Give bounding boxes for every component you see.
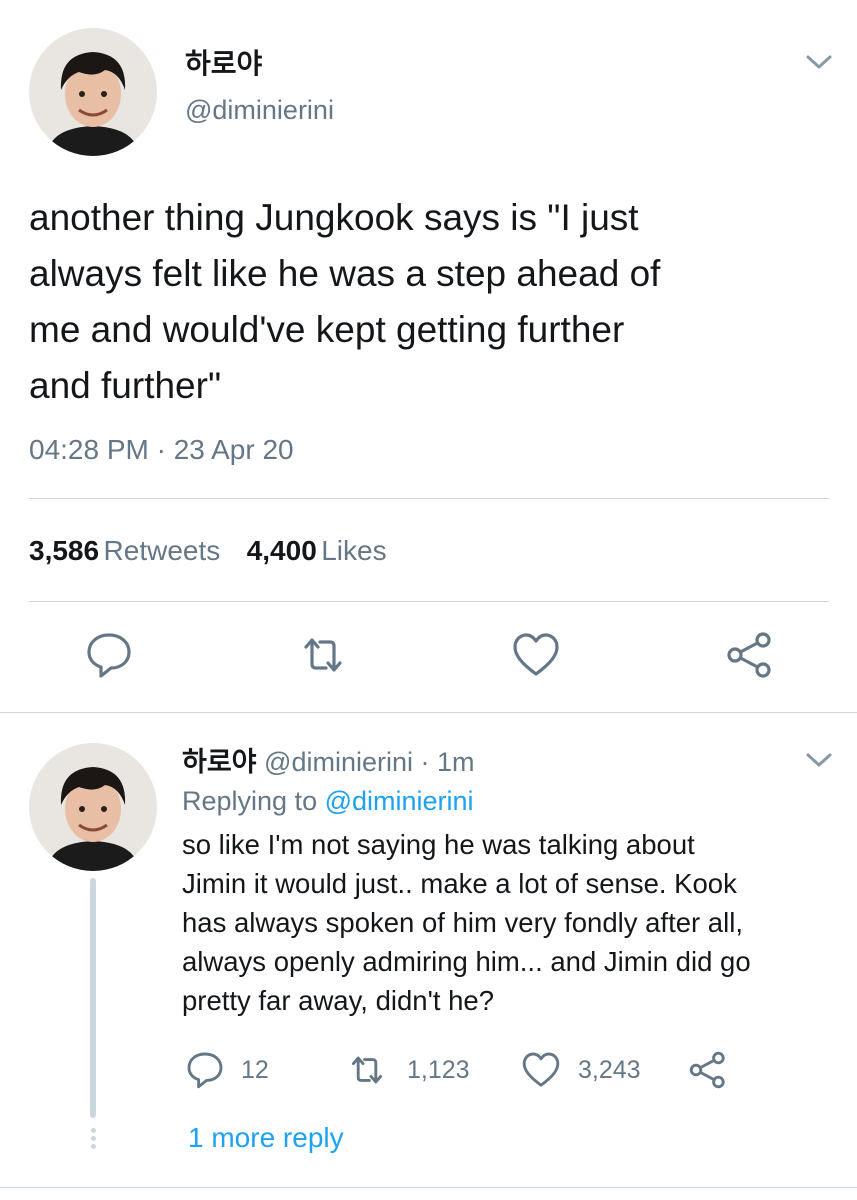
- tweet-text-line: always felt like he was a step ahead of: [29, 253, 661, 294]
- reply-icon: [187, 1052, 223, 1089]
- user-handle[interactable]: @diminierini: [185, 95, 334, 126]
- thread-line: [90, 878, 96, 1118]
- reply-action-retweet[interactable]: 1,123: [345, 1050, 470, 1090]
- reply-header: 하로야 @diminierini · 1m: [182, 740, 475, 779]
- reply-handle[interactable]: @diminierini · 1m: [264, 747, 474, 777]
- retweets-label: Retweets: [103, 535, 221, 566]
- reply-count: 12: [241, 1055, 269, 1084]
- like-count: 3,243: [578, 1055, 641, 1084]
- thread-dot: [90, 1128, 96, 1133]
- thread-dot: [90, 1136, 96, 1141]
- retweets-count: 3,586: [29, 535, 100, 566]
- likes-count: 4,400: [246, 535, 317, 566]
- share-icon[interactable]: [725, 630, 775, 680]
- tweet-timestamp[interactable]: 04:28 PM · 23 Apr 20: [29, 434, 294, 466]
- reply-text-line: always openly admiring him... and Jimin …: [182, 946, 751, 977]
- replying-to: Replying to @diminierini: [182, 786, 474, 817]
- avatar[interactable]: [29, 28, 157, 156]
- divider: [0, 1187, 857, 1188]
- tweet-text-line: and further": [29, 365, 222, 406]
- reply-text-line: pretty far away, didn't he?: [182, 985, 494, 1016]
- reply-text-line: Jimin it would just.. make a lot of sens…: [182, 868, 737, 899]
- divider: [29, 498, 829, 499]
- retweet-count: 1,123: [407, 1055, 470, 1084]
- divider: [29, 601, 829, 602]
- replying-to-handle[interactable]: @diminierini: [325, 786, 474, 816]
- tweet-stats: 3,586 Retweets 4,400 Likes: [29, 535, 387, 567]
- chevron-down-icon[interactable]: [804, 750, 834, 770]
- retweets-stat[interactable]: 3,586 Retweets: [29, 535, 225, 566]
- chevron-down-icon[interactable]: [804, 52, 834, 72]
- heart-icon[interactable]: [511, 630, 561, 680]
- reply-icon[interactable]: [84, 630, 134, 680]
- display-name[interactable]: 하로야: [185, 42, 262, 82]
- reply-avatar[interactable]: [29, 743, 157, 871]
- replying-to-label: Replying to: [182, 786, 325, 816]
- divider: [0, 712, 857, 713]
- reply-action-like[interactable]: 3,243: [520, 1050, 641, 1090]
- tweet-text-line: me and would've kept getting further: [29, 309, 625, 350]
- tweet-text-line: another thing Jungkook says is "I just: [29, 197, 639, 238]
- retweet-icon: [351, 1056, 383, 1084]
- reply-action-reply[interactable]: 12: [185, 1050, 269, 1090]
- more-replies-link[interactable]: 1 more reply: [188, 1122, 344, 1154]
- likes-stat[interactable]: 4,400 Likes: [247, 535, 387, 566]
- reply-text: so like I'm not saying he was talking ab…: [182, 825, 842, 1020]
- reply-text-line: has always spoken of him very fondly aft…: [182, 907, 743, 938]
- tweet-text: another thing Jungkook says is "I just a…: [29, 190, 829, 414]
- retweet-icon[interactable]: [298, 630, 348, 680]
- reply-display-name[interactable]: 하로야: [182, 747, 257, 777]
- share-icon[interactable]: [688, 1050, 728, 1090]
- likes-label: Likes: [321, 535, 387, 566]
- thread-dot: [90, 1144, 96, 1149]
- heart-icon: [522, 1052, 560, 1087]
- reply-text-line: so like I'm not saying he was talking ab…: [182, 829, 695, 860]
